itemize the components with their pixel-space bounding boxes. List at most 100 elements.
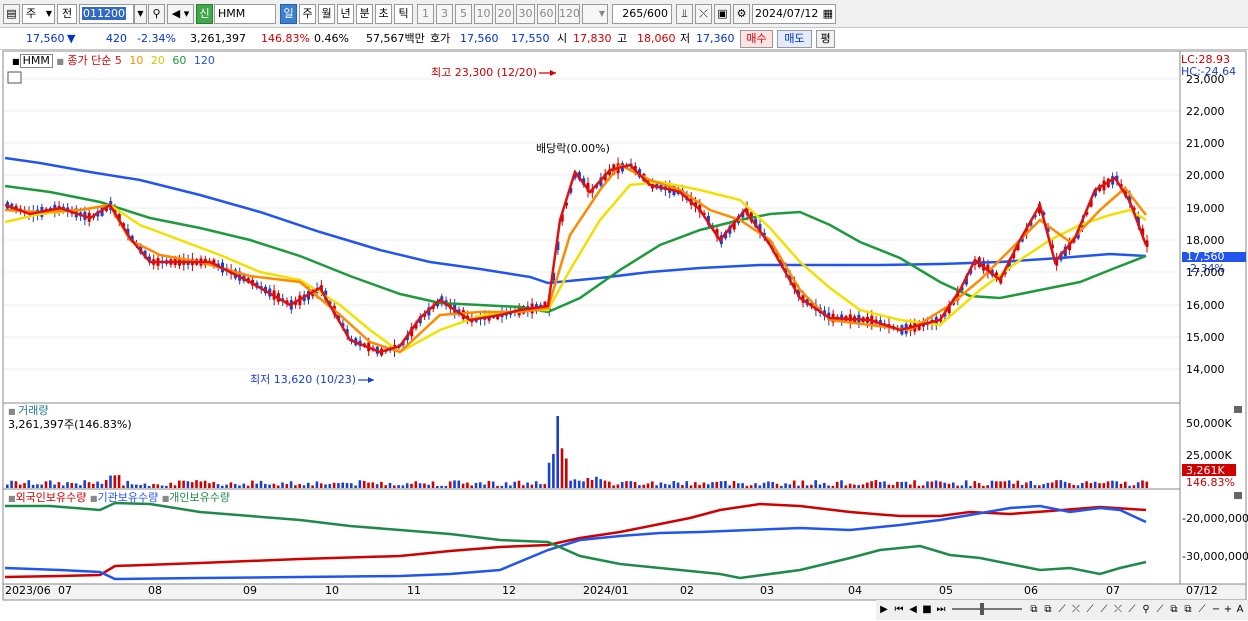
save-icon[interactable]: ▣ <box>714 4 731 24</box>
stock-name-field[interactable]: HMM <box>214 4 276 24</box>
volume-bar <box>294 485 297 488</box>
date-field[interactable]: 2024/07/12 ▦ <box>752 4 836 24</box>
interval-20-button[interactable]: 20 <box>495 4 514 24</box>
volume-bar <box>212 481 215 488</box>
legend-individual[interactable]: 개인보유수량 <box>169 491 230 504</box>
volume-bar <box>741 483 744 488</box>
eval-button[interactable]: 평 <box>816 30 835 48</box>
pan-icon[interactable]: ⟋ <box>1154 603 1166 616</box>
code-dropdown-chevron-down-icon[interactable]: ▼ <box>134 4 147 24</box>
code-input-value: 011200 <box>82 7 126 20</box>
legend-ma10[interactable]: 10 <box>129 54 143 67</box>
compare-icon[interactable]: ⧉ <box>1028 603 1040 616</box>
period-tick-tab[interactable]: 틱 <box>394 4 413 24</box>
interval-60-button[interactable]: 60 <box>537 4 556 24</box>
zoom-out-icon[interactable]: − <box>1210 603 1222 616</box>
volume-panel-close-icon[interactable] <box>1234 406 1242 413</box>
volume-bar <box>904 481 908 488</box>
legend-stock-name[interactable]: HMM <box>19 54 53 68</box>
legend-ma20[interactable]: 20 <box>151 54 165 67</box>
legend-institution[interactable]: 기관보유수량 <box>97 491 158 504</box>
holdings-tick: -20,000,000 <box>1182 512 1248 525</box>
buy-button[interactable]: 매수 <box>740 30 773 48</box>
pattern-icon[interactable]: ⤬ <box>1070 603 1082 616</box>
stock-chart[interactable] <box>0 50 1248 621</box>
interval-5-button[interactable]: 5 <box>455 4 472 24</box>
volume-bar <box>1016 480 1020 488</box>
volume-bar <box>737 483 740 488</box>
volume-bar <box>745 485 749 488</box>
compare-tool-icon[interactable]: ⤬ <box>695 4 712 24</box>
volume-bar <box>173 485 177 488</box>
volume-bar <box>199 481 203 488</box>
volume-bar <box>203 480 207 488</box>
indicator-toggle-icon[interactable] <box>7 71 22 84</box>
market-button[interactable]: 전 <box>57 4 77 24</box>
interval-custom-dropdown[interactable]: ▼ <box>582 4 608 24</box>
search-icon[interactable]: ⚲ <box>148 4 165 24</box>
legend-ma5[interactable]: 5 <box>115 54 122 67</box>
volume-bar <box>552 453 555 488</box>
volume-bar <box>405 483 409 488</box>
period-year-tab[interactable]: 년 <box>337 4 354 24</box>
period-minute-tab[interactable]: 분 <box>356 4 373 24</box>
ruler-icon[interactable]: ⟋ <box>1098 603 1110 616</box>
copy-icon[interactable]: ⧉ <box>1042 603 1054 616</box>
volume-bar <box>608 481 611 488</box>
scroll-last-icon[interactable]: ⏭ <box>935 603 947 616</box>
interval-30-button[interactable]: 30 <box>516 4 535 24</box>
interval-10-button[interactable]: 10 <box>474 4 493 24</box>
period-month-tab[interactable]: 월 <box>318 4 335 24</box>
volume-bar <box>130 484 134 488</box>
volume-bar <box>466 482 469 488</box>
font-size-icon[interactable]: A <box>1234 603 1246 616</box>
period-second-tab[interactable]: 초 <box>375 4 392 24</box>
fib-icon[interactable]: ⤬ <box>1112 603 1124 616</box>
trend-icon[interactable]: ⟋ <box>1126 603 1138 616</box>
stop-icon[interactable]: ■ <box>921 603 933 616</box>
count-field[interactable]: 265/600 <box>612 4 672 24</box>
time-tick: 10 <box>325 584 339 597</box>
volume-bar <box>995 481 998 488</box>
volume-bar <box>986 485 989 488</box>
legend-title[interactable]: 종가 단순 <box>67 54 111 67</box>
chart-window-icon[interactable]: ▤ <box>3 4 20 24</box>
code-input[interactable]: 011200 <box>79 4 134 24</box>
volume-bar <box>909 484 912 488</box>
type-select-value: 주 <box>26 7 37 20</box>
legend-ma60[interactable]: 60 <box>172 54 186 67</box>
legend-ma120[interactable]: 120 <box>194 54 215 67</box>
period-week-tab[interactable]: 주 <box>299 4 316 24</box>
scroll-right-icon[interactable]: ▶ <box>878 603 890 616</box>
zoom-in-icon[interactable]: + <box>1222 603 1234 616</box>
interval-1-button[interactable]: 1 <box>417 4 434 24</box>
volume-bar <box>401 485 405 488</box>
screenshot-icon[interactable]: ⧉ <box>1168 603 1180 616</box>
sound-icon[interactable]: ◀ ▾ <box>167 4 194 24</box>
zoom-slider-track[interactable] <box>952 608 1022 610</box>
period-day-tab[interactable]: 일 <box>280 4 297 24</box>
magnifier-icon[interactable]: ⚲ <box>1140 603 1152 616</box>
sell-button[interactable]: 매도 <box>777 30 812 48</box>
capture-icon[interactable]: ⧉ <box>1182 603 1194 616</box>
volume-bar <box>147 485 151 488</box>
volume-bar <box>952 482 955 488</box>
type-select[interactable]: 주 ▼ <box>22 4 55 24</box>
scroll-first-icon[interactable]: ⏮ <box>893 603 905 616</box>
interval-3-button[interactable]: 3 <box>436 4 453 24</box>
scroll-left-icon[interactable]: ◀ <box>907 603 919 616</box>
line-tool-icon[interactable]: ⟋ <box>1084 603 1096 616</box>
interval-120-button[interactable]: 120 <box>558 4 580 24</box>
volume-bar <box>1033 485 1037 488</box>
legend-foreign[interactable]: 외국인보유수량 <box>16 491 87 504</box>
zoom-slider-handle[interactable] <box>980 603 984 615</box>
draw-tool-icon[interactable]: ⟋ <box>1056 603 1068 616</box>
candle-tool-icon[interactable]: ⫫ <box>676 4 693 24</box>
holdings-panel-close-icon[interactable] <box>1234 492 1242 499</box>
draw-pen-icon[interactable]: ⟋ <box>1196 603 1208 616</box>
new-badge[interactable]: 신 <box>196 4 213 24</box>
quote-volume: 3,261,397 <box>190 32 246 45</box>
volume-bar <box>651 481 654 488</box>
volume-bar <box>87 482 91 488</box>
gear-icon[interactable]: ⚙ <box>733 4 750 24</box>
